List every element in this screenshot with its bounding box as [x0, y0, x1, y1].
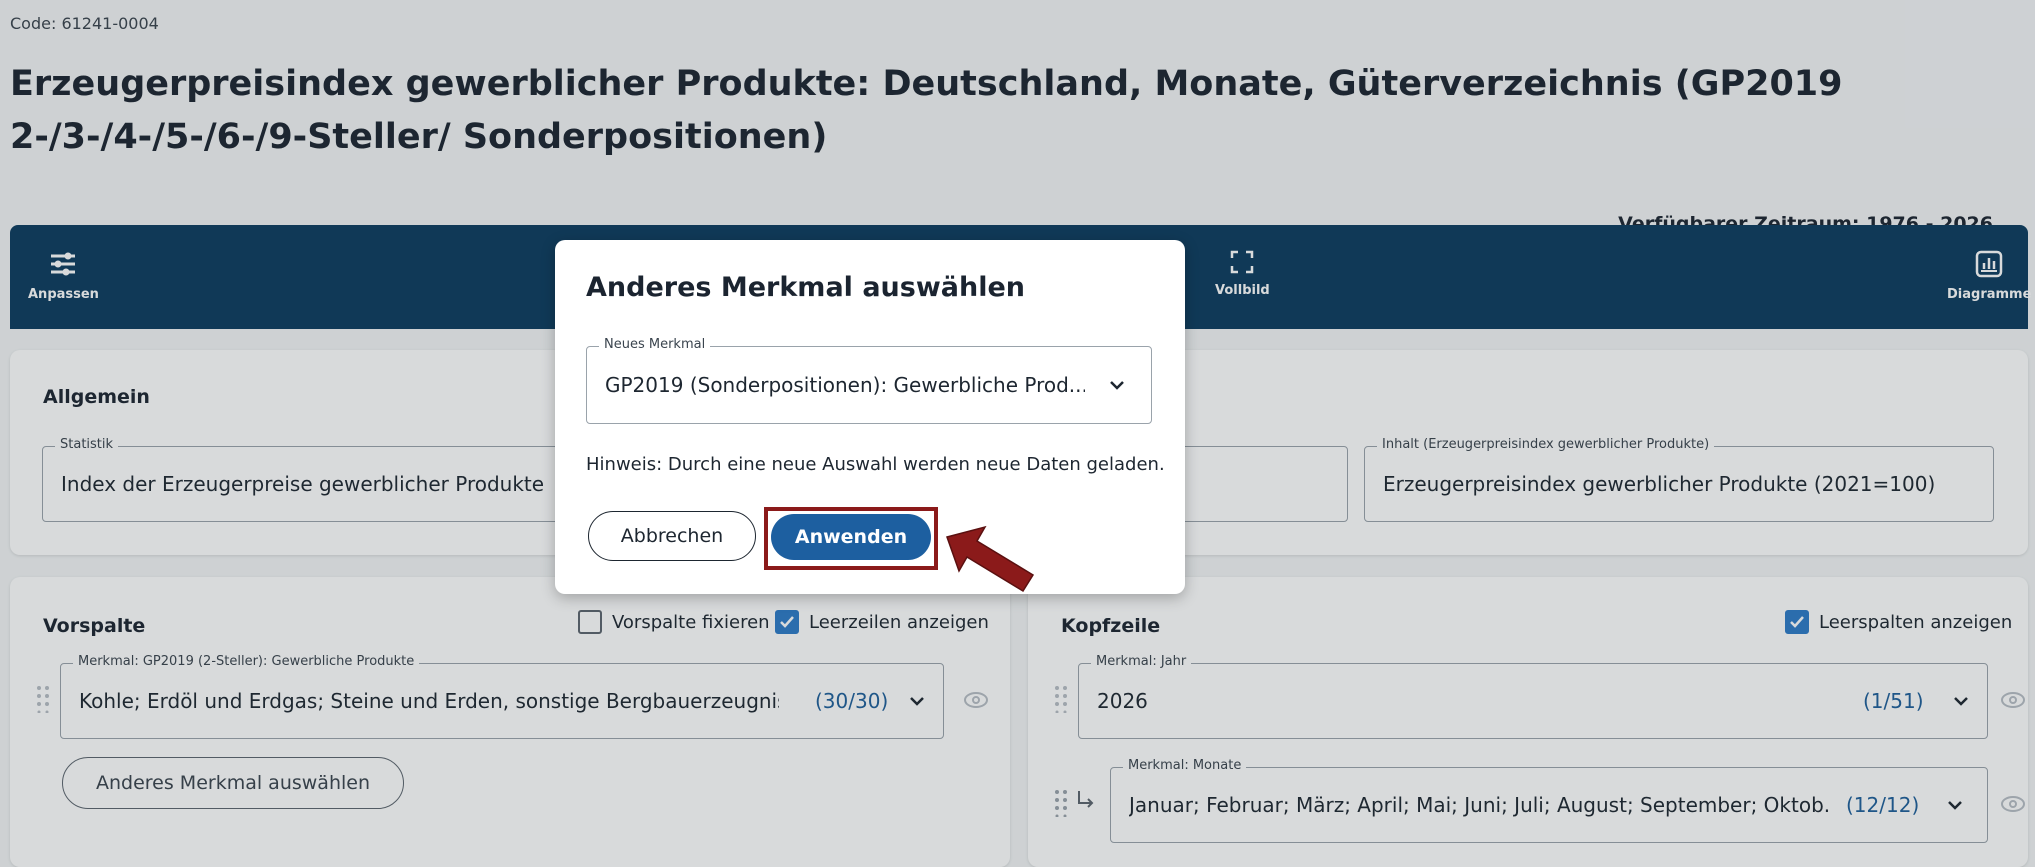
cancel-button[interactable]: Abbrechen: [588, 511, 756, 561]
dialog-title: Anderes Merkmal auswählen: [586, 272, 1026, 303]
dialog-hint: Hinweis: Durch eine neue Auswahl werden …: [586, 454, 1165, 475]
chevron-down-icon: [1109, 347, 1125, 423]
neues-merkmal-value: GP2019 (Sonderpositionen): Gewerbliche P…: [605, 373, 1085, 397]
annotation-arrow-icon: [946, 525, 1035, 593]
neues-merkmal-select[interactable]: Neues Merkmal GP2019 (Sonderpositionen):…: [586, 337, 1152, 424]
apply-button[interactable]: Anwenden: [771, 514, 931, 560]
select-merkmal-dialog: Anderes Merkmal auswählen Neues Merkmal …: [555, 240, 1185, 594]
